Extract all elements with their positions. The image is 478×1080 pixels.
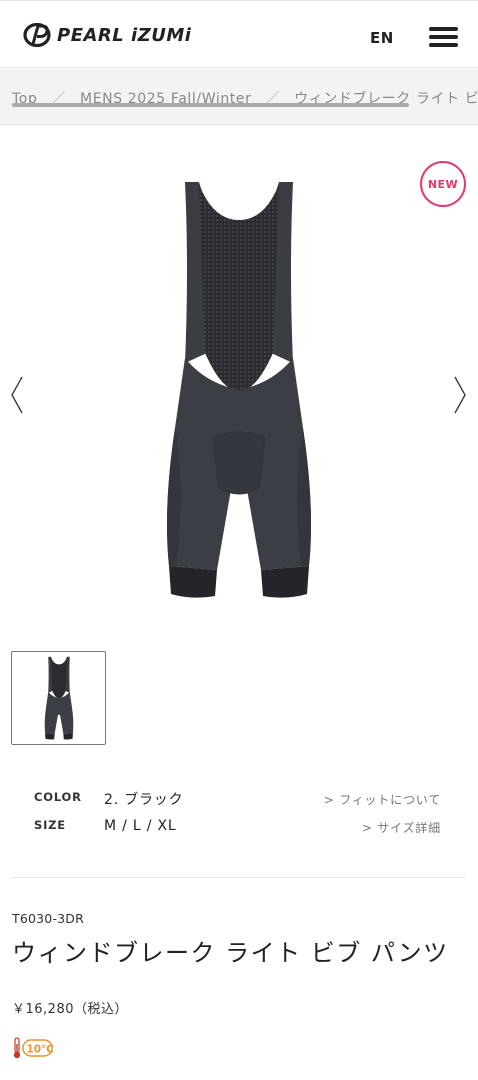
color-value: 2. ブラック xyxy=(104,792,184,808)
section-divider xyxy=(12,877,466,878)
product-thumbnail[interactable] xyxy=(11,651,106,745)
color-label: COLOR xyxy=(34,790,82,804)
product-main-image xyxy=(167,182,311,598)
site-header: PEARL iZUMi EN xyxy=(0,0,478,68)
chevron-left-icon[interactable] xyxy=(9,375,25,415)
thermometer-icon: 10℃ xyxy=(13,1037,54,1059)
size-label: SIZE xyxy=(34,818,66,832)
product-price: ￥16,280（税込） xyxy=(12,1002,128,1017)
product-title: ウィンドブレーク ライト ビブ パンツ xyxy=(12,939,449,967)
brand-name: PEARL iZUMi xyxy=(57,24,192,46)
fit-info-link[interactable]: > フィットについて xyxy=(324,791,441,808)
size-details-link[interactable]: > サイズ詳細 xyxy=(362,819,441,836)
language-switch[interactable]: EN xyxy=(370,29,394,47)
hamburger-menu-icon[interactable] xyxy=(429,27,458,47)
product-thumbnail-image xyxy=(44,656,73,740)
product-sku: T6030-3DR xyxy=(12,911,85,926)
size-value: M / L / XL xyxy=(104,818,177,834)
new-badge: NEW xyxy=(420,161,466,207)
brand-logo[interactable]: PEARL iZUMi xyxy=(23,23,191,47)
pearl-izumi-logo-icon xyxy=(23,23,51,47)
breadcrumb: Top ／ MENS 2025 Fall/Winter ／ウィンドブレーク ライト ビ xyxy=(0,69,478,125)
temperature-badge-text: 10℃ xyxy=(27,1044,54,1056)
breadcrumb-scrollbar[interactable] xyxy=(12,103,409,107)
chevron-right-icon[interactable] xyxy=(452,375,468,415)
